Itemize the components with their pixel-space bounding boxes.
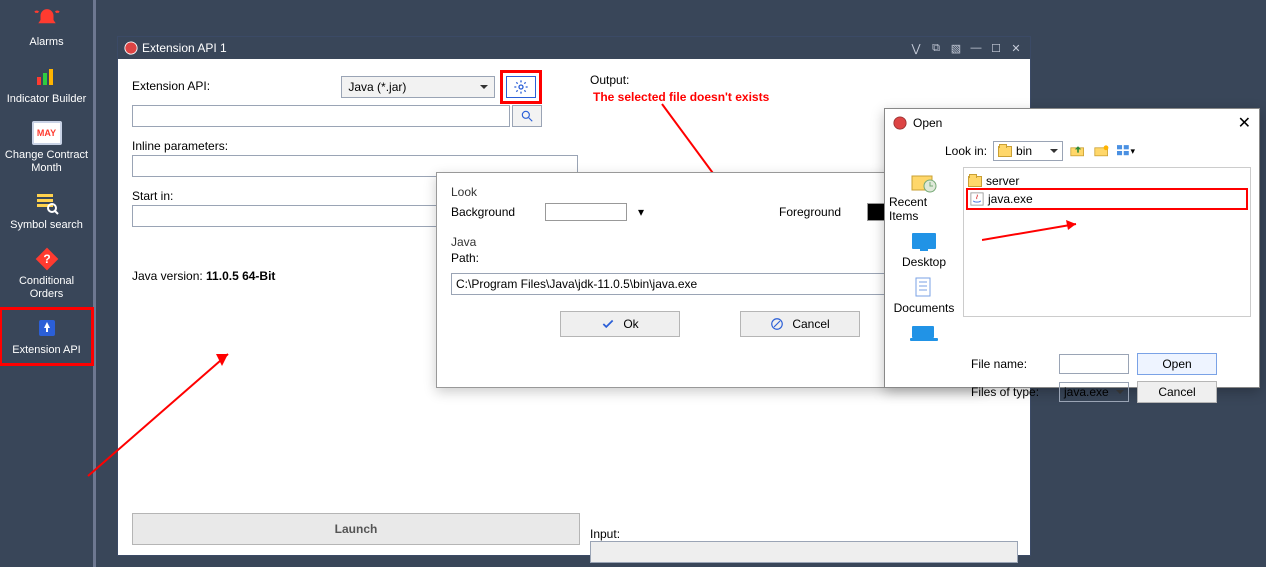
- folder-icon: [968, 176, 982, 187]
- file-cancel-button[interactable]: Cancel: [1137, 381, 1217, 403]
- sidebar-item-conditional-orders[interactable]: ? Conditional Orders: [0, 239, 93, 308]
- cancel-button[interactable]: Cancel: [740, 311, 860, 337]
- app-icon: [893, 116, 907, 130]
- file-row-selected[interactable]: java.exe: [968, 190, 1246, 208]
- window-close-icon[interactable]: ✕: [1008, 41, 1024, 55]
- svg-text:?: ?: [43, 252, 50, 266]
- view-button[interactable]: ▾: [1117, 142, 1135, 160]
- java-file-icon: [970, 192, 984, 206]
- file-row-folder[interactable]: server: [968, 172, 1246, 190]
- grid-icon: [1117, 144, 1130, 158]
- input-label: Input:: [590, 527, 1018, 541]
- app-sidebar: Alarms Indicator Builder MAY Change Cont…: [0, 0, 96, 567]
- java-path-input[interactable]: [451, 273, 941, 295]
- window-title: Extension API 1: [142, 41, 227, 55]
- place-documents[interactable]: Documents: [894, 273, 955, 317]
- new-folder-button[interactable]: [1093, 142, 1111, 160]
- window-minimize-icon[interactable]: —: [968, 41, 984, 55]
- sidebar-label: Conditional Orders: [2, 275, 91, 300]
- place-desktop[interactable]: Desktop: [902, 227, 946, 271]
- no-entry-icon: [770, 317, 784, 331]
- sidebar-item-alarms[interactable]: Alarms: [0, 0, 93, 57]
- output-label: Output:: [590, 73, 1018, 87]
- dialog-title: Open: [913, 116, 942, 130]
- alarm-icon: [30, 6, 64, 34]
- filename-label: File name:: [971, 357, 1051, 371]
- window-btn[interactable]: ⧉: [928, 41, 944, 55]
- sidebar-label: Symbol search: [10, 219, 83, 232]
- sidebar-item-indicator-builder[interactable]: Indicator Builder: [0, 57, 93, 114]
- magnifier-icon: [520, 109, 534, 123]
- file-list[interactable]: server java.exe: [963, 167, 1251, 317]
- question-diamond-icon: ?: [30, 245, 64, 273]
- window-btn[interactable]: ⋁: [908, 41, 924, 55]
- foreground-label: Foreground: [779, 205, 859, 219]
- input-field[interactable]: [590, 541, 1018, 563]
- inline-params-label: Inline parameters:: [132, 139, 582, 153]
- sidebar-label: Indicator Builder: [7, 93, 87, 106]
- computer-icon: [908, 321, 940, 347]
- sidebar-label: Alarms: [29, 36, 63, 49]
- background-label: Background: [451, 205, 537, 219]
- lookin-combo[interactable]: bin: [993, 141, 1063, 161]
- browse-file-button[interactable]: [512, 105, 542, 127]
- background-dropdown[interactable]: ▾: [635, 205, 647, 219]
- background-swatch[interactable]: [545, 203, 627, 221]
- up-folder-button[interactable]: [1069, 142, 1087, 160]
- desktop-icon: [908, 229, 940, 255]
- window-titlebar[interactable]: Extension API 1 ⋁ ⧉ ▧ — ☐ ✕: [118, 37, 1030, 59]
- dialog-titlebar[interactable]: Open ✕: [885, 109, 1259, 137]
- documents-icon: [908, 275, 940, 301]
- gear-icon: [513, 79, 529, 95]
- filestype-combo[interactable]: java.exe: [1059, 382, 1129, 402]
- place-recent[interactable]: Recent Items: [889, 167, 959, 225]
- settings-gear-button[interactable]: [506, 76, 536, 98]
- folder-icon: [998, 146, 1012, 157]
- extension-api-combo[interactable]: Java (*.jar): [341, 76, 495, 98]
- open-button[interactable]: Open: [1137, 353, 1217, 375]
- filestype-label: Files of type:: [971, 385, 1051, 399]
- places-sidebar: Recent Items Desktop Documents: [885, 167, 963, 349]
- sidebar-item-extension-api[interactable]: Extension API: [0, 308, 93, 365]
- rocket-icon: [30, 314, 64, 342]
- app-icon: [124, 41, 138, 55]
- lookin-label: Look in:: [945, 144, 987, 158]
- check-icon: [601, 317, 615, 331]
- folder-new-icon: [1094, 144, 1110, 158]
- sidebar-label: Extension API: [12, 344, 81, 357]
- sidebar-item-change-contract-month[interactable]: MAY Change Contract Month: [0, 113, 93, 182]
- calendar-icon: MAY: [30, 119, 64, 147]
- window-btn[interactable]: ▧: [948, 41, 964, 55]
- extension-api-file-input[interactable]: [132, 105, 510, 127]
- sidebar-item-symbol-search[interactable]: Symbol search: [0, 183, 93, 240]
- extension-api-label: Extension API:: [132, 79, 338, 93]
- close-icon[interactable]: ✕: [1238, 113, 1251, 133]
- annotation-arrow: [982, 218, 1092, 248]
- window-maximize-icon[interactable]: ☐: [988, 41, 1004, 55]
- path-label: Path:: [447, 249, 949, 267]
- filename-input[interactable]: [1059, 354, 1129, 374]
- folder-up-icon: [1070, 144, 1086, 158]
- sidebar-label: Change Contract Month: [2, 149, 91, 174]
- ok-button[interactable]: Ok: [560, 311, 680, 337]
- launch-button[interactable]: Launch: [132, 513, 580, 545]
- chart-icon: [30, 63, 64, 91]
- list-search-icon: [30, 189, 64, 217]
- file-open-dialog: Open ✕ Look in: bin ▾ Recent Items Deskt: [884, 108, 1260, 388]
- place-computer[interactable]: [908, 319, 940, 349]
- recent-icon: [908, 169, 940, 195]
